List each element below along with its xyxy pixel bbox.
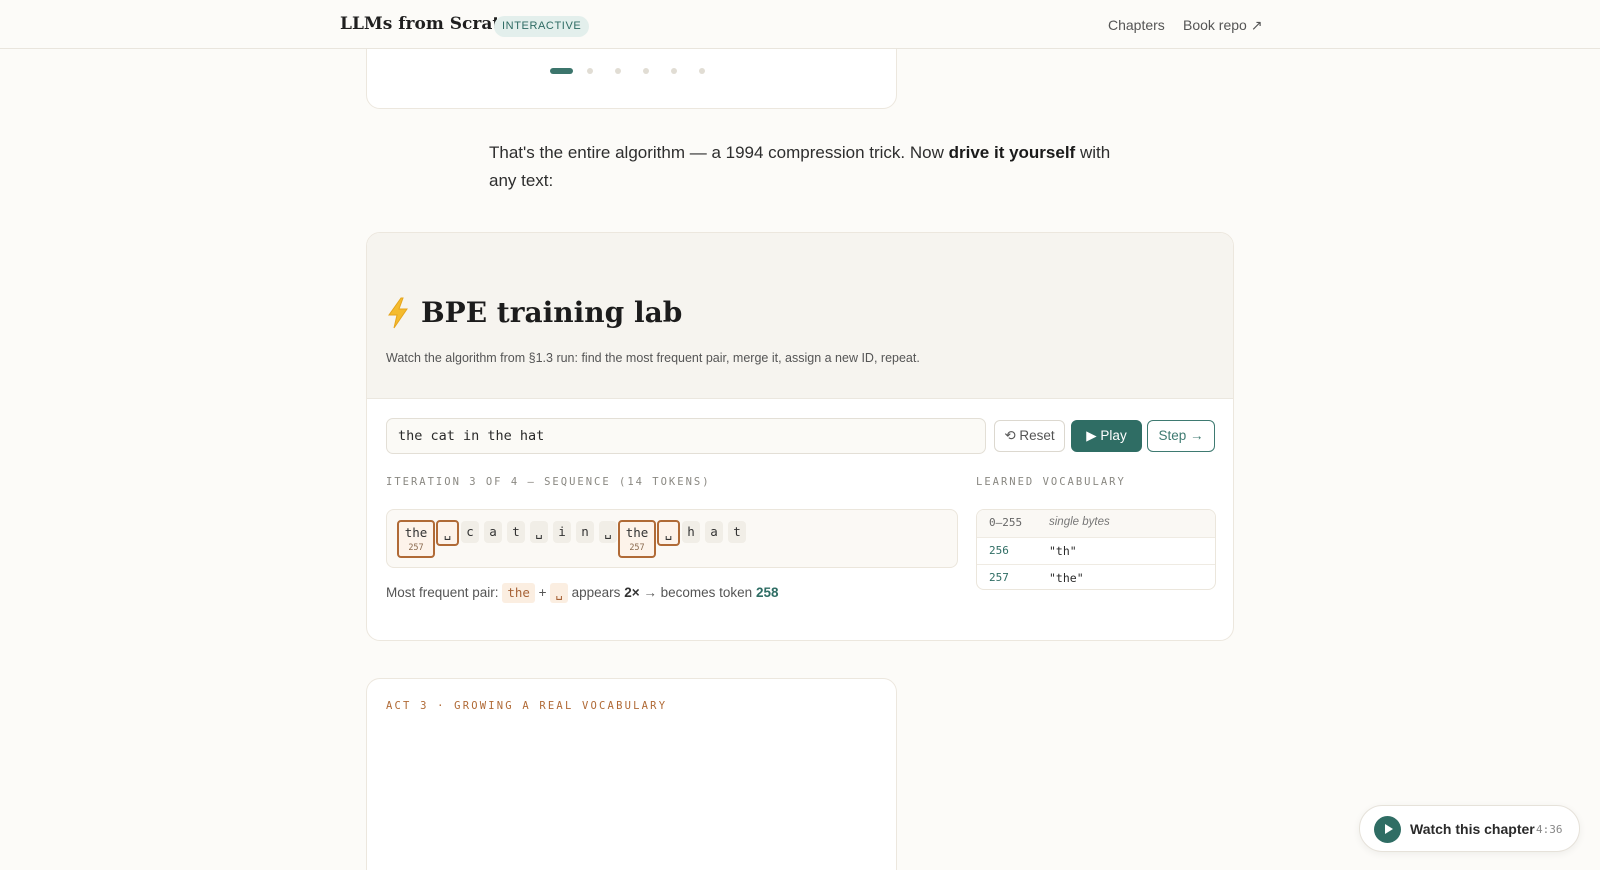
- token-text: a: [489, 524, 497, 539]
- vocab-row: 0–255 single bytes: [977, 510, 1215, 537]
- carousel-dot-5[interactable]: [671, 68, 677, 74]
- becomes-token-text: → becomes token: [643, 585, 753, 600]
- top-nav-bar: LLMs from Scratch INTERACTIVE Chapters B…: [0, 0, 1600, 49]
- token: ␣: [599, 521, 617, 543]
- lightning-icon: [388, 297, 408, 329]
- token: h: [682, 521, 700, 543]
- intro-paragraph: That's the entire algorithm — a 1994 com…: [489, 139, 1119, 195]
- act3-card: ACT 3 · GROWING A REAL VOCABULARY: [366, 678, 897, 870]
- reset-button[interactable]: ⟲ Reset: [994, 420, 1065, 452]
- lab-title: BPE training lab: [421, 296, 683, 329]
- vocab-id: 0–255: [989, 516, 1023, 529]
- vocab-id: 257: [989, 571, 1009, 584]
- vocabulary-table: 0–255 single bytes 256 "th" 257 "the": [976, 509, 1216, 590]
- token-text: ␣: [604, 524, 612, 539]
- token: i: [553, 521, 571, 543]
- token: ␣: [657, 520, 680, 546]
- token-id: 257: [408, 543, 424, 553]
- pair-count: 2×: [624, 585, 640, 600]
- token-text: the: [404, 525, 428, 540]
- carousel-dot-6[interactable]: [699, 68, 705, 74]
- token: a: [484, 521, 502, 543]
- carousel-dot-1[interactable]: [550, 68, 573, 74]
- new-token-id: 258: [755, 585, 779, 600]
- watch-chapter-button[interactable]: Watch this chapter 4:36: [1359, 805, 1580, 852]
- training-text-input[interactable]: [386, 418, 986, 454]
- vocab-value: "the": [1049, 571, 1084, 585]
- act3-label: ACT 3 · GROWING A REAL VOCABULARY: [386, 700, 668, 712]
- token-text: ␣: [664, 525, 673, 540]
- token-text: ␣: [535, 524, 543, 539]
- token: the 257: [397, 520, 435, 558]
- nav-chapters-link[interactable]: Chapters: [1108, 17, 1165, 33]
- token-text: t: [512, 524, 520, 539]
- token: ␣: [436, 520, 459, 546]
- token-id: 257: [629, 543, 645, 553]
- lab-subtitle: Watch the algorithm from §1.3 run: find …: [386, 351, 920, 365]
- carousel-dot-2[interactable]: [587, 68, 593, 74]
- token-text: the: [625, 525, 649, 540]
- pair-left-chip: the: [502, 583, 535, 604]
- play-circle-icon: [1374, 816, 1401, 843]
- token-text: a: [710, 524, 718, 539]
- bpe-lab-card: BPE training lab Watch the algorithm fro…: [366, 232, 1234, 641]
- lab-header: BPE training lab Watch the algorithm fro…: [367, 233, 1233, 399]
- play-button[interactable]: ▶ Play: [1071, 420, 1142, 452]
- intro-text-bold: drive it yourself: [948, 143, 1076, 162]
- token: n: [576, 521, 594, 543]
- vocab-row: 256 "th": [977, 537, 1215, 564]
- watch-duration: 4:36: [1536, 823, 1563, 836]
- token-text: n: [581, 524, 589, 539]
- intro-text-before: That's the entire algorithm — a 1994 com…: [489, 143, 949, 162]
- token-text: h: [687, 524, 695, 539]
- token: t: [728, 521, 746, 543]
- token-text: c: [466, 524, 474, 539]
- watch-label: Watch this chapter: [1410, 821, 1535, 837]
- vocab-id: 256: [989, 544, 1009, 557]
- token: c: [461, 521, 479, 543]
- token-text: ␣: [443, 525, 452, 540]
- vocab-value: "th": [1049, 544, 1077, 558]
- most-frequent-pair: Most frequent pair: the + ␣ appears 2× →…: [386, 582, 778, 604]
- step-button[interactable]: Step →: [1147, 420, 1215, 452]
- token: ␣: [530, 521, 548, 543]
- vocabulary-label: LEARNED VOCABULARY: [976, 476, 1126, 488]
- sequence-label: ITERATION 3 OF 4 — SEQUENCE (14 TOKENS): [386, 476, 711, 488]
- vocab-row: 257 "the": [977, 564, 1215, 589]
- pair-plus: +: [538, 585, 547, 600]
- appears-text: appears: [571, 585, 621, 600]
- frequent-prefix: Most frequent pair:: [386, 585, 499, 600]
- vocab-value: single bytes: [1049, 516, 1110, 528]
- token: the 257: [618, 520, 656, 558]
- token-text: i: [558, 524, 566, 539]
- token-sequence: the 257 ␣ c a t ␣ i n ␣ the 257 ␣ h a t: [386, 509, 958, 568]
- token: a: [705, 521, 723, 543]
- pair-right-chip: ␣: [550, 583, 568, 604]
- token-text: t: [733, 524, 741, 539]
- carousel-dot-4[interactable]: [643, 68, 649, 74]
- nav-book-repo-link[interactable]: Book repo ↗: [1183, 17, 1262, 34]
- carousel-dot-3[interactable]: [615, 68, 621, 74]
- interactive-badge: INTERACTIVE: [494, 16, 590, 37]
- token: t: [507, 521, 525, 543]
